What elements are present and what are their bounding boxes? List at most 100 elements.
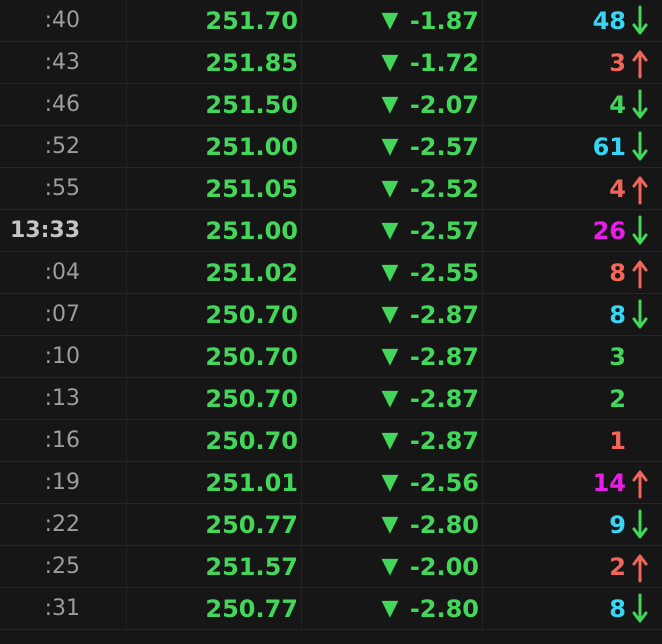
arrow-up-icon <box>630 42 656 84</box>
trade-row[interactable]: 13:33 251.00 ▼ -2.57 26 <box>0 210 662 252</box>
trade-price: 251.50 <box>205 91 298 119</box>
direction-arrow-icon <box>630 336 656 378</box>
trade-row[interactable]: :04 251.02 ▼ -2.55 8 <box>0 252 662 294</box>
trade-change: -2.00 <box>409 553 479 581</box>
column-divider <box>482 588 483 629</box>
column-divider <box>301 588 302 629</box>
trade-time: :16 <box>44 428 80 453</box>
trade-change: -2.87 <box>409 385 479 413</box>
column-divider <box>126 210 127 251</box>
down-triangle-icon: ▼ <box>381 596 399 621</box>
trade-volume: 8 <box>609 301 626 329</box>
trade-row[interactable]: :22 250.77 ▼ -2.80 9 <box>0 504 662 546</box>
trade-price: 251.05 <box>205 175 298 203</box>
column-divider <box>482 126 483 167</box>
trade-row[interactable]: :19 251.01 ▼ -2.56 14 <box>0 462 662 504</box>
trade-change: -2.52 <box>409 175 479 203</box>
column-divider <box>301 546 302 587</box>
trade-price: 250.70 <box>205 343 298 371</box>
column-divider <box>482 84 483 125</box>
trade-price: 251.02 <box>205 259 298 287</box>
trade-change: -2.07 <box>409 91 479 119</box>
trade-change: -2.57 <box>409 217 479 245</box>
down-triangle-icon: ▼ <box>381 92 399 117</box>
arrow-down-icon <box>630 0 656 42</box>
trade-volume: 2 <box>609 385 626 413</box>
trade-price: 251.00 <box>205 217 298 245</box>
column-divider <box>126 504 127 545</box>
column-divider <box>126 336 127 377</box>
trade-time: :13 <box>44 386 80 411</box>
arrow-down-icon <box>630 504 656 546</box>
column-divider <box>301 336 302 377</box>
column-divider <box>126 294 127 335</box>
column-divider <box>301 210 302 251</box>
column-divider <box>126 42 127 83</box>
column-divider <box>482 378 483 419</box>
column-divider <box>126 546 127 587</box>
column-divider <box>482 420 483 461</box>
down-triangle-icon: ▼ <box>381 386 399 411</box>
down-triangle-icon: ▼ <box>381 218 399 243</box>
trade-time: :46 <box>44 92 80 117</box>
column-divider <box>126 462 127 503</box>
trade-row[interactable]: :40 251.70 ▼ -1.87 48 <box>0 0 662 42</box>
column-divider <box>482 546 483 587</box>
down-triangle-icon: ▼ <box>381 428 399 453</box>
trade-time: :31 <box>44 596 80 621</box>
down-triangle-icon: ▼ <box>381 302 399 327</box>
trade-volume: 48 <box>592 7 626 35</box>
trade-volume: 8 <box>609 595 626 623</box>
trade-row[interactable]: :13 250.70 ▼ -2.87 2 <box>0 378 662 420</box>
down-triangle-icon: ▼ <box>381 176 399 201</box>
column-divider <box>301 504 302 545</box>
column-divider <box>482 168 483 209</box>
trade-volume: 3 <box>609 343 626 371</box>
column-divider <box>482 0 483 41</box>
trade-change: -2.56 <box>409 469 479 497</box>
trade-time: :04 <box>44 260 80 285</box>
trade-price: 250.70 <box>205 301 298 329</box>
column-divider <box>482 462 483 503</box>
column-divider <box>301 378 302 419</box>
column-divider <box>482 42 483 83</box>
trade-volume: 2 <box>609 553 626 581</box>
trade-time: 13:33 <box>9 218 80 243</box>
arrow-up-icon <box>630 546 656 588</box>
trade-time: :25 <box>44 554 80 579</box>
trade-row[interactable]: :25 251.57 ▼ -2.00 2 <box>0 546 662 588</box>
trade-change: -2.87 <box>409 427 479 455</box>
trade-time: :10 <box>44 344 80 369</box>
trade-change: -2.57 <box>409 133 479 161</box>
arrow-down-icon <box>630 294 656 336</box>
trade-price: 251.00 <box>205 133 298 161</box>
trade-price: 251.70 <box>205 7 298 35</box>
time-and-sales-table: :40 251.70 ▼ -1.87 48 :43 251.85 ▼ -1.72… <box>0 0 662 644</box>
down-triangle-icon: ▼ <box>381 134 399 159</box>
trade-price: 250.77 <box>205 511 298 539</box>
trade-time: :22 <box>44 512 80 537</box>
trade-row[interactable]: :43 251.85 ▼ -1.72 3 <box>0 42 662 84</box>
arrow-up-icon <box>630 252 656 294</box>
column-divider <box>126 168 127 209</box>
column-divider <box>126 84 127 125</box>
down-triangle-icon: ▼ <box>381 470 399 495</box>
trade-row[interactable]: :46 251.50 ▼ -2.07 4 <box>0 84 662 126</box>
trade-row[interactable]: :16 250.70 ▼ -2.87 1 <box>0 420 662 462</box>
column-divider <box>301 462 302 503</box>
arrow-up-icon <box>630 462 656 504</box>
down-triangle-icon: ▼ <box>381 344 399 369</box>
down-triangle-icon: ▼ <box>381 554 399 579</box>
trade-row[interactable]: :52 251.00 ▼ -2.57 61 <box>0 126 662 168</box>
arrow-down-icon <box>630 210 656 252</box>
column-divider <box>126 420 127 461</box>
trade-row[interactable]: :10 250.70 ▼ -2.87 3 <box>0 336 662 378</box>
trade-row[interactable]: :55 251.05 ▼ -2.52 4 <box>0 168 662 210</box>
column-divider <box>126 252 127 293</box>
trade-row[interactable]: :07 250.70 ▼ -2.87 8 <box>0 294 662 336</box>
trade-time: :40 <box>44 8 80 33</box>
trade-row[interactable]: :31 250.77 ▼ -2.80 8 <box>0 588 662 630</box>
trade-change: -1.72 <box>409 49 479 77</box>
trade-time: :43 <box>44 50 80 75</box>
trade-volume: 3 <box>609 49 626 77</box>
